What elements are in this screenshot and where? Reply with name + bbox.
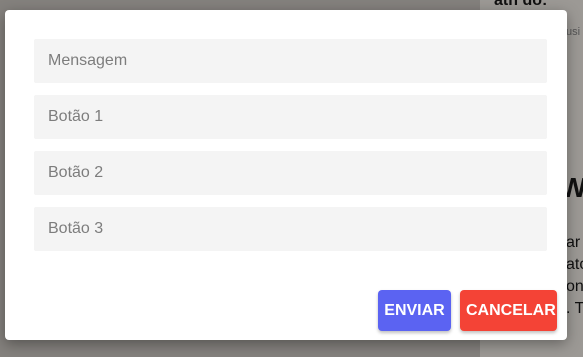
button-3-input[interactable] <box>34 207 547 251</box>
button-1-input[interactable] <box>34 95 547 139</box>
message-input[interactable] <box>34 39 547 83</box>
background-paragraph: ar ato on . T <box>566 232 583 320</box>
background-text: usi <box>566 26 581 38</box>
background-line: ar <box>566 234 581 251</box>
background-line: ato <box>566 256 583 273</box>
cancel-button[interactable]: CANCELAR <box>460 290 557 331</box>
send-button[interactable]: ENVIAR <box>378 290 451 331</box>
background-line: . T <box>566 300 583 317</box>
message-dialog: ENVIAR CANCELAR <box>5 10 567 340</box>
button-2-input[interactable] <box>34 151 547 195</box>
background-text: ath do: <box>494 0 548 9</box>
background-line: on <box>566 278 583 295</box>
